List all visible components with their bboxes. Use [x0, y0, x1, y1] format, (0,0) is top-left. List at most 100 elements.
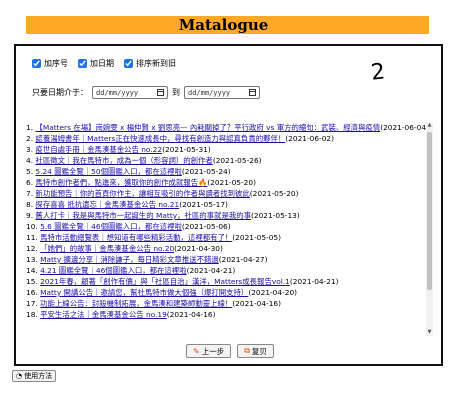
list-item: 16. Matty 開講公告｜邀請您，幫社馬特市做大個強（爆打開支持）(2021… [26, 287, 430, 298]
item-number: 14. [26, 266, 38, 275]
item-number: 6. [26, 178, 34, 187]
article-list-items: 1. 【Matters 在場】崗婉雯 x 楊仲賢 x 劉思亮— 內耗關掉了？平行… [26, 122, 430, 320]
show-date-label: 加日期 [90, 59, 114, 68]
item-link[interactable]: 疫世自處手冊｜金馬湊基金公告 no.22 [35, 145, 162, 154]
item-number: 8. [26, 200, 34, 209]
date-to-placeholder: dd/mm/yyyy [188, 88, 231, 97]
show-number-checkbox[interactable] [32, 59, 41, 68]
item-date: (2021-05-20) [207, 178, 256, 187]
copy-label: 复贝 [251, 346, 267, 356]
show-number-label: 加序号 [44, 59, 68, 68]
item-date: (2021-05-24) [181, 167, 231, 176]
show-number-option[interactable]: 加序号 [32, 58, 68, 69]
item-link[interactable]: 「她們」的故事｜金馬湊基金公告 no.20 [40, 244, 174, 253]
item-link[interactable]: Matty 擴邊分享｜消除謙子，每日精彩文章推送不錯過 [40, 255, 219, 264]
item-date: (2021-04-27) [218, 255, 268, 264]
show-date-option[interactable]: 加日期 [78, 58, 114, 69]
item-date: (2021-05-26) [212, 156, 262, 165]
item-number: 15. [26, 277, 38, 286]
app-title: Matalogue [178, 16, 269, 34]
list-item: 5. 5.24 圖鑑全覽｜50個圖鑑入口，都在這裡啦(2021-05-24) [26, 166, 430, 177]
item-link[interactable]: 功能上線公告：封殺機制拓展，金馬湊和建築師動靈上線！ [40, 299, 232, 308]
sort-newest-option[interactable]: 排序新到旧 [124, 58, 176, 69]
item-link[interactable]: 新功能預告｜你的首頁你作主，讓相互吸引的作者與讀者找到彼此 [35, 189, 249, 198]
list-item: 13. Matty 擴邊分享｜消除謙子，每日精彩文章推送不錯過(2021-04-… [26, 254, 430, 265]
pencil-icon: ✎ [193, 346, 200, 356]
item-number: 2. [26, 134, 34, 143]
item-number: 5. [26, 167, 34, 176]
item-link[interactable]: 5.6 圖鑑全覽｜46個圖鑑入口，都在這裡啦 [40, 222, 182, 231]
list-item: 4. 社區徵文｜我在馬特市，成為一個（形容詞）的創作者(2021-05-26) [26, 155, 430, 166]
list-item: 14. 4.21 圖鑑全覽｜46個圖鑑入口，都在這裡啦(2021-04-21) [26, 265, 430, 276]
date-from-placeholder: dd/mm/yyyy [96, 88, 139, 97]
show-date-checkbox[interactable] [78, 59, 87, 68]
scrollbar-thumb[interactable] [427, 132, 432, 290]
sort-newest-checkbox[interactable] [124, 59, 133, 68]
list-item: 12. 「她們」的故事｜金馬湊基金公告 no.20(2021-04-30) [26, 243, 430, 254]
item-date: (2021-05-05) [232, 233, 282, 242]
date-to-input[interactable]: dd/mm/yyyy [184, 86, 260, 99]
list-item: 6. 馬特市創作者們，點進來，獲取你的創作成就報告🔥(2021-05-20) [26, 177, 430, 188]
list-item: 1. 【Matters 在場】崗婉雯 x 楊仲賢 x 劉思亮— 內耗關掉了？平行… [26, 122, 430, 133]
item-number: 1. [26, 123, 34, 132]
prev-step-label: 上一步 [201, 346, 225, 356]
item-date: (2021-04-16) [232, 299, 282, 308]
article-list[interactable]: 1. 【Matters 在場】崗婉雯 x 楊仲賢 x 劉思亮— 內耗關掉了？平行… [26, 122, 430, 336]
item-number: 18. [26, 310, 38, 319]
item-number: 12. [26, 244, 38, 253]
list-item: 2. 認養湯姆書年｜Matters正在快速成長中，尋找有創造力與認真負責的夥伴！… [26, 133, 430, 144]
calendar-icon[interactable] [157, 89, 164, 96]
prev-step-button[interactable]: ✎ 上一步 [186, 344, 232, 358]
scroll-up-icon[interactable]: ▲ [426, 122, 433, 129]
date-range-label: 只要日期介于： [32, 88, 88, 97]
item-number: 3. [26, 145, 34, 154]
usage-label: 使用方法 [24, 372, 53, 380]
item-number: 11. [26, 233, 38, 242]
list-item: 17. 功能上線公告：封殺機制拓展，金馬湊和建築師動靈上線！(2021-04-1… [26, 298, 430, 309]
date-from-input[interactable]: dd/mm/yyyy [92, 86, 168, 99]
list-item: 9. 舊人打卡｜我是與馬特市一起誕生的 Matty，社區的事就是我的事(2021… [26, 210, 430, 221]
list-item: 8. 探存喜喜 抵抗遺忘｜金馬湊基金公告 no.21(2021-05-17) [26, 199, 430, 210]
item-link[interactable]: 2021年春，顧著「創作有價」與「社區自治」漢洋，Matters成長報告vol.… [40, 277, 290, 286]
item-link[interactable]: 馬特市創作者們，點進來，獲取你的創作成就報告🔥 [35, 178, 207, 187]
list-item: 18. 平安生活之法｜金馬湊基金公告 no.19(2021-04-16) [26, 309, 430, 320]
item-date: (2021-05-13) [251, 211, 300, 220]
filter-options: 加序号 加日期 排序新到旧 [32, 58, 176, 69]
item-date: (2021-04-21) [289, 277, 339, 286]
copy-button[interactable]: ⧉ 复贝 [237, 344, 274, 358]
item-link[interactable]: 平安生活之法｜金馬湊基金公告 no.19 [40, 310, 167, 319]
item-date: (2021-04-20) [248, 288, 298, 297]
item-date: (2021-04-21) [186, 266, 236, 275]
list-item: 3. 疫世自處手冊｜金馬湊基金公告 no.22(2021-05-31) [26, 144, 430, 155]
calendar-icon[interactable] [249, 89, 256, 96]
item-number: 9. [26, 211, 34, 220]
item-link[interactable]: 【Matters 在場】崗婉雯 x 楊仲賢 x 劉思亮— 內耗關掉了？平行政府 … [35, 123, 380, 132]
item-date: (2021-05-31) [162, 145, 211, 154]
catalogue-panel: 2 加序号 加日期 排序新到旧 只要日期介于： dd/mm/yyyy 到 dd/… [14, 44, 443, 366]
item-link[interactable]: Matty 開講公告｜邀請您，幫社馬特市做大個強（爆打開支持） [40, 288, 248, 297]
copy-icon: ⧉ [244, 346, 250, 355]
item-date: (2021-06-02) [285, 134, 334, 143]
help-icon: ◔ [16, 372, 23, 380]
item-link[interactable]: 探存喜喜 抵抗遺忘｜金馬湊基金公告 no.21 [35, 200, 179, 209]
item-date: (2021-04-30) [174, 244, 223, 253]
item-number: 13. [26, 255, 38, 264]
date-range-to-label: 到 [172, 88, 180, 97]
list-scrollbar[interactable]: ▲ ▼ [426, 122, 433, 336]
item-link[interactable]: 5.24 圖鑑全覽｜50個圖鑑入口，都在這裡啦 [35, 167, 181, 176]
item-link[interactable]: 認養湯姆書年｜Matters正在快速成長中，尋找有創造力與認真負責的夥伴！ [35, 134, 285, 143]
item-number: 17. [26, 299, 38, 308]
date-range-filter: 只要日期介于： dd/mm/yyyy 到 dd/mm/yyyy [32, 86, 260, 99]
item-number: 16. [26, 288, 38, 297]
item-link[interactable]: 4.21 圖鑑全覽｜46個圖鑑入口，都在這裡啦 [40, 266, 186, 275]
scroll-down-icon[interactable]: ▼ [426, 329, 433, 336]
item-link[interactable]: 社區徵文｜我在馬特市，成為一個（形容詞）的創作者 [35, 156, 212, 165]
item-number: 10. [26, 222, 38, 231]
item-date: (2021-04-16) [166, 310, 216, 319]
list-item: 10. 5.6 圖鑑全覽｜46個圖鑑入口，都在這裡啦(2021-05-06) [26, 221, 430, 232]
item-link[interactable]: 馬特市活動總覽表｜想知道有哪些精彩活動，這裡都有了！ [40, 233, 232, 242]
item-link[interactable]: 舊人打卡｜我是與馬特市一起誕生的 Matty，社區的事就是我的事 [35, 211, 251, 220]
item-date: (2021-05-17) [179, 200, 228, 209]
usage-button[interactable]: ◔ 使用方法 [12, 370, 57, 382]
pager: ✎ 上一步 ⧉ 复贝 [186, 344, 274, 358]
